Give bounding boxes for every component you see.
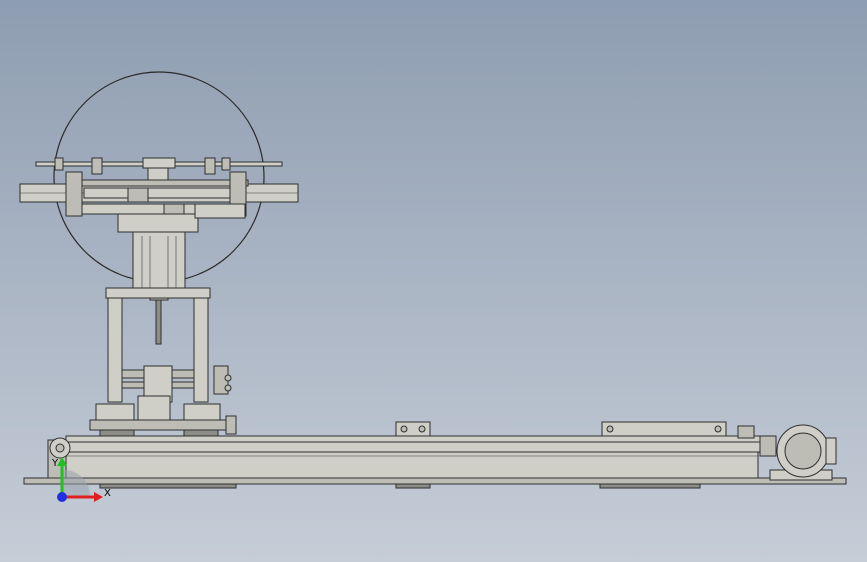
machine-drawing: Y X	[19, 71, 847, 502]
x-axis-label: X	[104, 488, 111, 499]
carriage-assembly	[89, 395, 237, 441]
drive-motor	[759, 424, 837, 481]
y-axis-label: Y	[51, 458, 59, 469]
top-rail-assembly	[19, 157, 299, 233]
base-rail	[23, 421, 847, 489]
cad-viewport[interactable]: Y X	[0, 0, 867, 562]
z-axis-dot	[57, 492, 67, 502]
x-axis-arrowhead	[94, 492, 103, 502]
support-frame	[105, 287, 232, 403]
